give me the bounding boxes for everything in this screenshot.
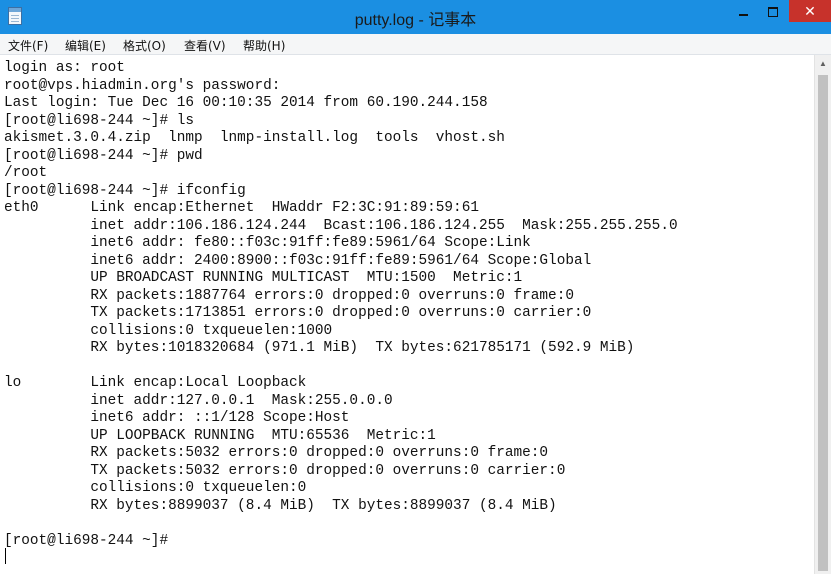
text-line: [root@li698-244 ~]# ls — [4, 112, 194, 129]
title-bar[interactable]: putty.log - 记事本 ✕ — [0, 0, 831, 34]
text-line: [root@li698-244 ~]# ifconfig — [4, 182, 246, 199]
text-line: inet6 addr: fe80::f03c:91ff:fe89:5961/64… — [4, 235, 531, 251]
text-editor[interactable]: login as: root root@vps.hiadmin.org's pas… — [0, 55, 814, 574]
menu-bar: 文件(F) 编辑(E) 格式(O) 查看(V) 帮助(H) — [0, 34, 831, 55]
window-title: putty.log - 记事本 — [354, 12, 477, 29]
text-line: RX bytes:1018320684 (971.1 MiB) TX bytes… — [4, 340, 635, 356]
menu-view[interactable]: 查看(V) — [184, 37, 226, 54]
text-line: RX packets:5032 errors:0 dropped:0 overr… — [4, 445, 549, 461]
editor-text[interactable]: login as: root root@vps.hiadmin.org's pas… — [0, 55, 814, 568]
menu-edit[interactable]: 编辑(E) — [65, 37, 106, 54]
text-line: /root — [4, 165, 48, 181]
text-line: collisions:0 txqueuelen:0 — [4, 480, 307, 496]
minimize-icon — [738, 13, 748, 16]
text-line — [4, 515, 814, 533]
vertical-scrollbar[interactable]: ▲ — [814, 55, 831, 574]
text-line: [root@li698-244 ~]# — [4, 532, 169, 549]
arrow-up-icon: ▲ — [819, 59, 827, 68]
text-line: TX packets:1713851 errors:0 dropped:0 ov… — [4, 305, 592, 321]
text-line: inet addr:106.186.124.244 Bcast:106.186.… — [4, 217, 678, 234]
text-line — [4, 550, 814, 568]
maximize-icon — [768, 6, 778, 17]
text-line: inet6 addr: 2400:8900::f03c:91ff:fe89:59… — [4, 252, 592, 269]
text-line: inet addr:127.0.0.1 Mask:255.0.0.0 — [4, 392, 393, 409]
scroll-up-button[interactable]: ▲ — [815, 55, 831, 72]
text-line: [root@li698-244 ~]# pwd — [4, 147, 203, 164]
text-line: Last login: Tue Dec 16 00:10:35 2014 fro… — [4, 95, 488, 111]
text-line: RX bytes:8899037 (8.4 MiB) TX bytes:8899… — [4, 497, 557, 514]
text-line: inet6 addr: ::1/128 Scope:Host — [4, 410, 350, 426]
menu-help[interactable]: 帮助(H) — [243, 37, 285, 54]
maximize-button[interactable] — [758, 0, 788, 22]
minimize-button[interactable] — [728, 0, 758, 22]
menu-file[interactable]: 文件(F) — [8, 37, 48, 54]
text-line: TX packets:5032 errors:0 dropped:0 overr… — [4, 462, 566, 479]
close-icon: ✕ — [804, 3, 816, 19]
text-line — [4, 358, 814, 376]
text-line: root@vps.hiadmin.org's password: — [4, 77, 281, 94]
scrollbar-thumb[interactable] — [818, 75, 828, 571]
text-line: UP BROADCAST RUNNING MULTICAST MTU:1500 … — [4, 270, 523, 286]
text-line: eth0 Link encap:Ethernet HWaddr F2:3C:91… — [4, 200, 479, 216]
text-line: UP LOOPBACK RUNNING MTU:65536 Metric:1 — [4, 427, 436, 444]
close-button[interactable]: ✕ — [789, 0, 831, 22]
menu-format[interactable]: 格式(O) — [123, 37, 166, 54]
text-line: login as: root — [4, 60, 125, 76]
notepad-window: putty.log - 记事本 ✕ 文件(F) 编辑(E) 格式(O) 查看(V… — [0, 0, 831, 574]
text-line: collisions:0 txqueuelen:1000 — [4, 322, 333, 339]
text-line: akismet.3.0.4.zip lnmp lnmp-install.log … — [4, 130, 505, 146]
text-caret — [5, 548, 6, 564]
text-line: RX packets:1887764 errors:0 dropped:0 ov… — [4, 287, 574, 304]
text-line: lo Link encap:Local Loopback — [4, 375, 307, 391]
